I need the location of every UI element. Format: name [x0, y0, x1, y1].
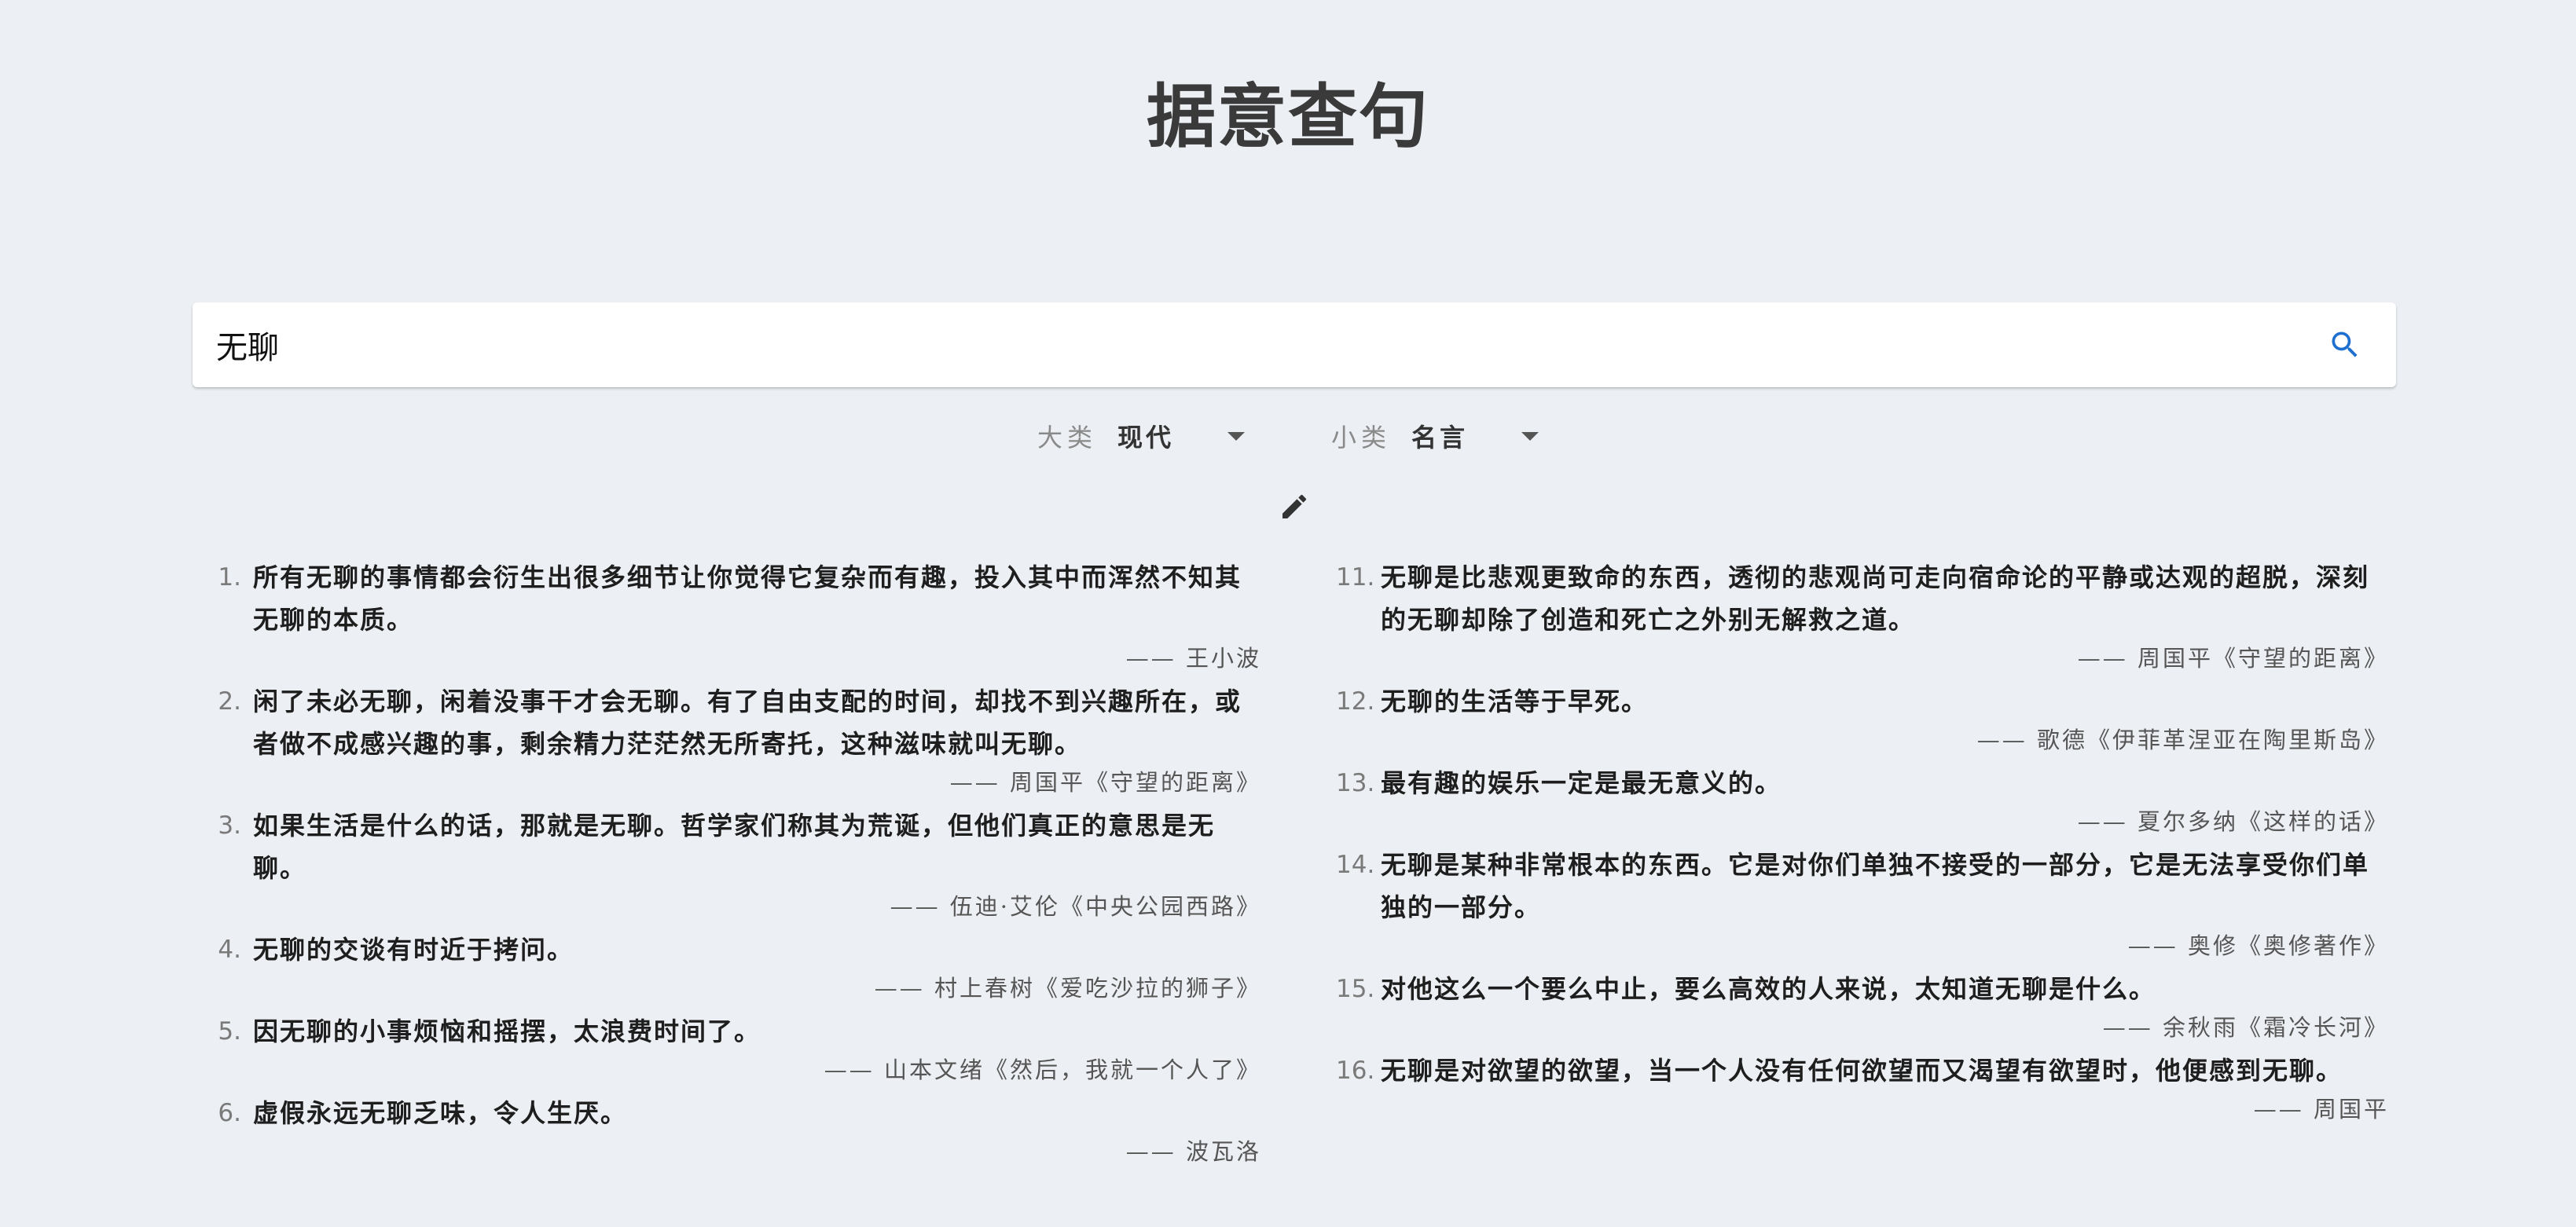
- quote-source: —— 周国平: [2253, 1096, 2389, 1123]
- quote-source: —— 奥修《奥修著作》: [2127, 932, 2389, 959]
- search-bar: [193, 302, 2396, 387]
- item-number: 6.: [218, 1099, 241, 1127]
- search-button[interactable]: [2317, 317, 2372, 372]
- quote-text: 无聊的生活等于早死。: [1381, 687, 1649, 716]
- search-icon: [2332, 331, 2358, 357]
- list-item: 12. 无聊的生活等于早死。 —— 歌德《伊菲革涅亚在陶里斯岛》: [1336, 680, 2389, 757]
- minor-category-label: 小类: [1331, 423, 1392, 452]
- list-item: 4. 无聊的交谈有时近于拷问。 —— 村上春树《爱吃沙拉的狮子》: [208, 928, 1261, 1005]
- list-item: 13. 最有趣的娱乐一定是最无意义的。 —— 夏尔多纳《这样的话》: [1336, 762, 2389, 839]
- quote-source: —— 余秋雨《霜冷长河》: [2102, 1014, 2389, 1041]
- quote-text: 无聊是比悲观更致命的东西，透彻的悲观尚可走向宿命论的平静或达观的超脱，深刻的无聊…: [1381, 562, 2370, 635]
- quote-text: 无聊是对欲望的欲望，当一个人没有任何欲望而又渴望有欲望时，他便感到无聊。: [1381, 1056, 2343, 1086]
- list-item: 3. 如果生活是什么的话，那就是无聊。哲学家们称其为荒诞，但他们真正的意思是无聊…: [208, 804, 1261, 924]
- results-column-right: 11. 无聊是比悲观更致命的东西，透彻的悲观尚可走向宿命论的平静或达观的超脱，深…: [1336, 556, 2389, 1131]
- list-item: 2. 闲了未必无聊，闲着没事干才会无聊。有了自由支配的时间，却找不到兴趣所在，或…: [208, 680, 1261, 800]
- list-item: 14. 无聊是某种非常根本的东西。它是对你们单独不接受的一部分，它是无法享受你们…: [1336, 844, 2389, 963]
- item-number: 11.: [1336, 563, 1375, 592]
- page: 据意查句 大类 现代 小类 名言 1. 所有无聊的事情都会衍生出很多细节让你觉得…: [0, 0, 2576, 1227]
- quote-source: —— 山本文绪《然后，我就一个人了》: [824, 1057, 1261, 1083]
- results-column-left: 1. 所有无聊的事情都会衍生出很多细节让你觉得它复杂而有趣，投入其中而浑然不知其…: [208, 556, 1261, 1174]
- minor-category-select[interactable]: 小类 名言: [1331, 416, 1539, 456]
- list-item: 11. 无聊是比悲观更致命的东西，透彻的悲观尚可走向宿命论的平静或达观的超脱，深…: [1336, 556, 2389, 676]
- quote-text: 虚假永远无聊乏味，令人生厌。: [253, 1098, 628, 1128]
- item-number: 3.: [218, 811, 241, 840]
- quote-text: 对他这么一个要么中止，要么高效的人来说，太知道无聊是什么。: [1381, 974, 2156, 1004]
- quote-text: 如果生活是什么的话，那就是无聊。哲学家们称其为荒诞，但他们真正的意思是无聊。: [253, 811, 1216, 883]
- list-item: 6. 虚假永远无聊乏味，令人生厌。 —— 波瓦洛: [208, 1092, 1261, 1169]
- list-item: 16. 无聊是对欲望的欲望，当一个人没有任何欲望而又渴望有欲望时，他便感到无聊。…: [1336, 1049, 2389, 1126]
- quote-text: 闲了未必无聊，闲着没事干才会无聊。有了自由支配的时间，却找不到兴趣所在，或者做不…: [253, 687, 1242, 759]
- quote-text: 因无聊的小事烦恼和摇摆，太浪费时间了。: [253, 1016, 761, 1046]
- item-number: 1.: [218, 563, 241, 592]
- filters: 大类 现代 小类 名言: [0, 416, 2576, 456]
- item-number: 2.: [218, 687, 241, 716]
- major-category-select[interactable]: 大类 现代: [1037, 416, 1245, 456]
- quote-source: —— 波瓦洛: [1125, 1138, 1261, 1165]
- quote-source: —— 村上春树《爱吃沙拉的狮子》: [874, 975, 1261, 1002]
- quote-source: —— 王小波: [1125, 645, 1261, 672]
- item-number: 14.: [1336, 851, 1375, 879]
- quote-source: —— 周国平《守望的距离》: [2077, 645, 2389, 672]
- search-input[interactable]: [193, 302, 2317, 387]
- item-number: 16.: [1336, 1057, 1375, 1085]
- list-item: 1. 所有无聊的事情都会衍生出很多细节让你觉得它复杂而有趣，投入其中而浑然不知其…: [208, 556, 1261, 676]
- quote-text: 无聊的交谈有时近于拷问。: [253, 935, 574, 965]
- item-number: 15.: [1336, 975, 1375, 1003]
- list-item: 15. 对他这么一个要么中止，要么高效的人来说，太知道无聊是什么。 —— 余秋雨…: [1336, 968, 2389, 1045]
- item-number: 12.: [1336, 687, 1375, 716]
- dropdown-arrow-icon: [1521, 431, 1539, 441]
- major-category-value: 现代: [1117, 423, 1175, 452]
- quote-text: 最有趣的娱乐一定是最无意义的。: [1381, 768, 1782, 798]
- item-number: 13.: [1336, 769, 1375, 797]
- minor-category-value: 名言: [1411, 423, 1469, 452]
- page-title: 据意查句: [1146, 75, 1429, 157]
- quote-text: 所有无聊的事情都会衍生出很多细节让你觉得它复杂而有趣，投入其中而浑然不知其无聊的…: [253, 562, 1242, 635]
- list-item: 5. 因无聊的小事烦恼和摇摆，太浪费时间了。 —— 山本文绪《然后，我就一个人了…: [208, 1010, 1261, 1087]
- quote-source: —— 夏尔多纳《这样的话》: [2077, 808, 2389, 835]
- quote-source: —— 周国平《守望的距离》: [949, 769, 1261, 796]
- quote-source: —— 伍迪·艾伦《中央公园西路》: [890, 893, 1261, 920]
- quote-text: 无聊是某种非常根本的东西。它是对你们单独不接受的一部分，它是无法享受你们单独的一…: [1381, 850, 2370, 922]
- edit-icon[interactable]: [1279, 491, 1310, 522]
- quote-source: —— 歌德《伊菲革涅亚在陶里斯岛》: [1976, 727, 2389, 753]
- item-number: 5.: [218, 1017, 241, 1046]
- major-category-label: 大类: [1037, 423, 1097, 452]
- dropdown-arrow-icon: [1227, 431, 1245, 441]
- item-number: 4.: [218, 936, 241, 964]
